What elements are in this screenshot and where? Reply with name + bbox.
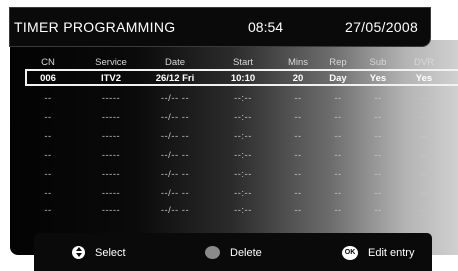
cell-sub: --	[374, 205, 382, 216]
cell-rep: Day	[329, 73, 347, 84]
page-title: TIMER PROGRAMMING	[14, 19, 176, 35]
delete-hint: Delete	[205, 246, 262, 259]
cell-date: --/-- --	[160, 131, 190, 142]
ok-button-icon: OK	[342, 246, 358, 260]
delete-label: Delete	[230, 246, 262, 259]
cell-rep: --	[334, 205, 342, 216]
cell-cn: --	[44, 150, 52, 161]
cell-rep: --	[334, 150, 342, 161]
cell-mins: --	[294, 150, 302, 161]
cell-service: -----	[101, 112, 121, 123]
cell-sub: --	[374, 112, 382, 123]
cell-rep: --	[334, 112, 342, 123]
cell-start: --:--	[234, 93, 252, 104]
cell-sub: Yes	[369, 73, 387, 84]
clock-time: 08:54	[248, 19, 284, 35]
cell-sub: --	[374, 169, 382, 180]
cell-start: --:--	[234, 188, 252, 199]
cell-date: --/-- --	[160, 112, 190, 123]
cell-dvr: --	[420, 112, 428, 123]
cell-start: 10:10	[230, 73, 256, 84]
cell-start: --:--	[234, 169, 252, 180]
up-down-arrow-icon	[72, 246, 85, 259]
cell-service: -----	[101, 205, 121, 216]
cell-dvr: --	[420, 169, 428, 180]
column-header-service: Service	[95, 57, 127, 68]
cell-dvr: --	[420, 188, 428, 199]
cell-dvr: --	[420, 205, 428, 216]
cell-sub: --	[374, 131, 382, 142]
cell-service: -----	[101, 131, 121, 142]
select-hint: Select	[72, 246, 126, 259]
cell-service: -----	[101, 93, 121, 104]
cell-rep: --	[334, 188, 342, 199]
select-label: Select	[95, 246, 126, 259]
cell-mins: 20	[292, 73, 304, 84]
cell-start: --:--	[234, 150, 252, 161]
cell-date: 26/12 Fri	[155, 73, 195, 84]
cell-rep: --	[334, 169, 342, 180]
cell-dvr: --	[420, 131, 428, 142]
key-legend-bar: Select Delete OK Edit entry	[34, 233, 432, 271]
current-date: 27/05/2008	[345, 19, 419, 35]
column-header-rep: Rep	[329, 57, 347, 68]
column-header-start: Start	[232, 57, 254, 68]
cell-cn: --	[44, 93, 52, 104]
column-header-mins: Mins	[287, 57, 309, 68]
title-bar: TIMER PROGRAMMING 08:54 27/05/2008	[10, 8, 430, 46]
cell-mins: --	[294, 112, 302, 123]
cell-start: --:--	[234, 205, 252, 216]
cell-date: --/-- --	[160, 188, 190, 199]
cell-service: -----	[101, 150, 121, 161]
cell-dvr: Yes	[415, 73, 433, 84]
cell-service: ITV2	[100, 73, 122, 84]
cell-mins: --	[294, 169, 302, 180]
cell-cn: --	[44, 188, 52, 199]
cell-mins: --	[294, 131, 302, 142]
cell-service: -----	[101, 188, 121, 199]
column-header-dvr: DVR	[413, 57, 435, 68]
edit-entry-label: Edit entry	[368, 247, 415, 259]
cell-sub: --	[374, 188, 382, 199]
cell-mins: --	[294, 188, 302, 199]
cell-start: --:--	[234, 131, 252, 142]
cell-start: --:--	[234, 112, 252, 123]
cell-cn: --	[44, 205, 52, 216]
cell-date: --/-- --	[160, 93, 190, 104]
cell-cn: --	[44, 112, 52, 123]
column-header-sub: Sub	[369, 57, 387, 68]
column-header-cn: CN	[41, 57, 55, 68]
cell-dvr: --	[420, 93, 428, 104]
cell-cn: --	[44, 131, 52, 142]
cell-sub: --	[374, 150, 382, 161]
cell-date: --/-- --	[160, 169, 190, 180]
cell-sub: --	[374, 93, 382, 104]
cell-date: --/-- --	[160, 150, 190, 161]
cell-rep: --	[334, 93, 342, 104]
cell-mins: --	[294, 205, 302, 216]
cell-service: -----	[101, 169, 121, 180]
column-header-date: Date	[164, 57, 186, 68]
cell-cn: 006	[40, 73, 56, 84]
cell-cn: --	[44, 169, 52, 180]
edit-entry-hint: OK Edit entry	[342, 246, 414, 260]
cell-date: --/-- --	[160, 205, 190, 216]
cell-dvr: --	[420, 150, 428, 161]
grey-button-icon	[205, 246, 220, 259]
cell-rep: --	[334, 131, 342, 142]
cell-mins: --	[294, 93, 302, 104]
